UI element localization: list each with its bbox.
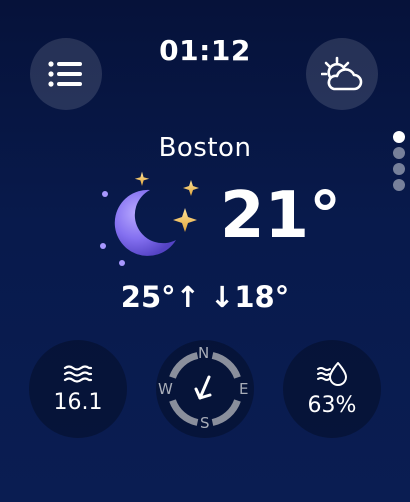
wind-speed-value: 16.1 xyxy=(53,389,103,415)
wind-speed-widget[interactable]: 16.1 xyxy=(29,340,127,438)
page-dot[interactable] xyxy=(393,179,405,191)
wind-direction-compass[interactable]: N E S W xyxy=(156,340,254,438)
current-temperature: 21° xyxy=(220,179,342,253)
menu-button[interactable] xyxy=(30,38,102,110)
clear-night-moon-stars-icon xyxy=(100,171,199,266)
humidity-widget[interactable]: 63% xyxy=(283,340,381,438)
high-low-temperature: 25°↑ ↓18° xyxy=(120,280,290,314)
weather-details-button[interactable] xyxy=(306,38,378,110)
humidity-drop-icon xyxy=(317,361,347,386)
humidity-value: 63% xyxy=(307,392,357,418)
compass-north-label: N xyxy=(198,344,210,362)
compass-east-label: E xyxy=(239,380,249,398)
page-dot[interactable] xyxy=(393,163,405,175)
city-name: Boston xyxy=(158,133,252,163)
partly-cloudy-night-icon xyxy=(321,56,363,91)
list-menu-icon xyxy=(48,61,82,87)
wind-waves-icon xyxy=(63,364,93,383)
compass-south-label: S xyxy=(200,414,210,432)
compass-west-label: W xyxy=(158,380,173,398)
